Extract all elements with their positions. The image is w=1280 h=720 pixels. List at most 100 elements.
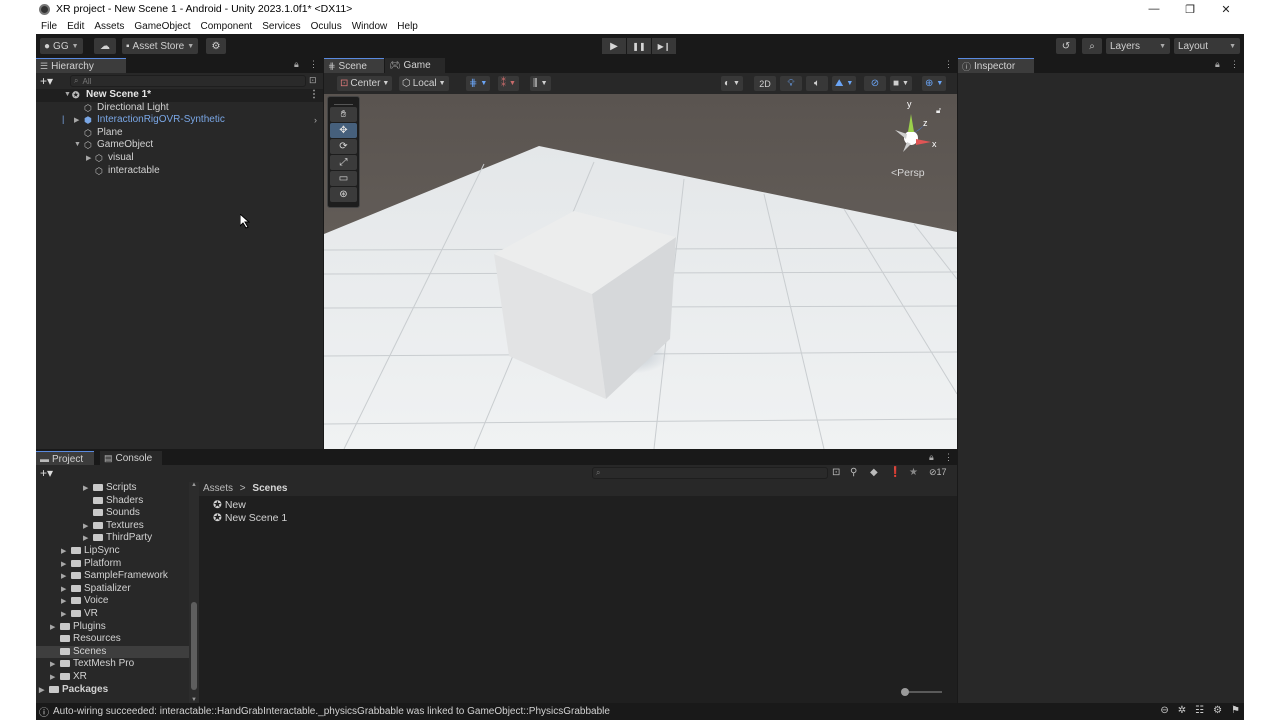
tab-scene[interactable]: ⋕ Scene	[324, 58, 384, 73]
tab-inspector[interactable]: ⓘ Inspector	[958, 58, 1034, 73]
search-by-label-icon[interactable]: ⚲	[850, 467, 857, 478]
hierarchy-item[interactable]: ⬡ Plane	[36, 127, 323, 140]
maximize-button[interactable]: ❐	[1172, 0, 1208, 18]
folder-item[interactable]: ▶ LipSync	[36, 545, 189, 558]
folder-item[interactable]: Resources	[36, 633, 189, 646]
status-message[interactable]: Auto-wiring succeeded: interactable::Han…	[53, 706, 610, 717]
notifications-icon[interactable]: ⚑	[1231, 705, 1240, 716]
scene-row[interactable]: ▼ ✪ New Scene 1* ⋮	[36, 89, 323, 102]
undo-history-button[interactable]: ↺	[1056, 38, 1076, 54]
folder-item[interactable]: ▶ Platform	[36, 558, 189, 571]
layers-dropdown[interactable]: Layers ▼	[1106, 38, 1170, 54]
open-prefab-chevron-icon[interactable]: ›	[314, 115, 317, 125]
cloud-button[interactable]: ☁	[94, 38, 116, 54]
gizmos-dropdown[interactable]: ⊕ ▼	[922, 76, 947, 91]
account-dropdown[interactable]: ● GG ▼	[40, 38, 83, 54]
scene-menu-icon[interactable]: ⋮	[309, 89, 319, 100]
increment-snap-dropdown[interactable]: ⁑ ▼	[498, 76, 519, 91]
audio-toggle[interactable]: 🔈︎	[806, 76, 828, 91]
log-filter-icon[interactable]: ❗	[889, 467, 901, 478]
hierarchy-item-prefab[interactable]: | ▶ ⬢ InteractionRigOVR-Synthetic ›	[36, 114, 323, 127]
menu-file[interactable]: File	[41, 21, 57, 32]
visibility-toggle[interactable]: ⊘	[864, 76, 886, 91]
gizmo-lock-icon[interactable]: 🔓︎	[936, 106, 941, 116]
folder-item[interactable]: ▶ XR	[36, 671, 189, 684]
breadcrumb-scenes[interactable]: Scenes	[252, 483, 287, 494]
scrollbar-thumb[interactable]	[191, 602, 197, 690]
orientation-gizmo[interactable]	[881, 100, 941, 160]
folder-item-packages[interactable]: ▶ Packages	[36, 684, 189, 697]
space-local-dropdown[interactable]: ⬡ Local ▼	[399, 76, 449, 91]
package-settings-button[interactable]: ⚙	[206, 38, 226, 54]
lock-icon[interactable]: 🔒︎	[294, 59, 299, 70]
hierarchy-item[interactable]: ▼ ⬡ GameObject	[36, 139, 323, 152]
menu-component[interactable]: Component	[201, 21, 253, 32]
search-by-type-icon[interactable]: ⊡	[832, 467, 840, 478]
menu-help[interactable]: Help	[397, 21, 418, 32]
rect-tool-button[interactable]: ▭	[330, 171, 357, 186]
draw-mode-dropdown[interactable]: ◐ ▼	[721, 76, 743, 91]
more-options-icon[interactable]: ⋮	[944, 452, 953, 463]
debug-icon[interactable]: ⚙	[1213, 705, 1222, 716]
folder-item[interactable]: Shaders	[36, 495, 189, 508]
folder-item[interactable]: ▶ ThirdParty	[36, 532, 189, 545]
menu-edit[interactable]: Edit	[67, 21, 84, 32]
lock-icon[interactable]: 🔒︎	[929, 452, 934, 463]
more-options-icon[interactable]: ⋮	[1230, 59, 1239, 70]
breadcrumb-assets[interactable]: Assets	[203, 483, 233, 494]
more-options-icon[interactable]: ⋮	[944, 59, 953, 70]
close-button[interactable]: ✕	[1208, 0, 1244, 18]
effects-dropdown[interactable]: ⛰ ▼	[832, 76, 857, 91]
tab-game[interactable]: 🎮︎ Game	[385, 58, 445, 73]
tag-icon[interactable]: ◆	[870, 467, 878, 478]
folder-item[interactable]: Sounds	[36, 507, 189, 520]
align-dropdown[interactable]: ⫼ ▼	[530, 76, 551, 91]
layout-dropdown[interactable]: Layout ▼	[1174, 38, 1240, 54]
project-search-input[interactable]: ⌕	[592, 467, 828, 479]
progress-icon[interactable]: ⊖	[1160, 705, 1168, 716]
scroll-up-icon[interactable]: ▲	[191, 482, 197, 488]
folder-item[interactable]: ▶ Voice	[36, 595, 189, 608]
hierarchy-item[interactable]: ⬡ interactable	[36, 165, 323, 178]
pivot-center-dropdown[interactable]: ⊡ Center ▼	[337, 76, 393, 91]
pause-button[interactable]: ❚❚	[627, 38, 651, 54]
menu-services[interactable]: Services	[262, 21, 300, 32]
lighting-toggle[interactable]: 💡︎	[780, 76, 802, 91]
asset-item[interactable]: ✪ New Scene 1	[213, 512, 287, 524]
transform-tool-button[interactable]: ⊛	[330, 187, 357, 202]
camera-dropdown[interactable]: ■ ▼	[890, 76, 912, 91]
add-object-button[interactable]: +▾	[40, 74, 53, 88]
folder-item[interactable]: ▶ TextMesh Pro	[36, 658, 189, 671]
projection-toggle[interactable]: <Persp	[891, 167, 925, 179]
favorite-star-icon[interactable]: ★	[909, 467, 918, 478]
hand-tool-button[interactable]: ✋︎	[330, 107, 357, 122]
hierarchy-item[interactable]: ⬡ Directional Light	[36, 102, 323, 115]
scale-tool-button[interactable]: ⤢	[330, 155, 357, 170]
folder-tree-scrollbar[interactable]: ▲ ▼	[189, 482, 199, 703]
grid-snap-dropdown[interactable]: ⋕ ▼	[466, 76, 491, 91]
overlay-drag-handle[interactable]	[334, 99, 353, 105]
toggle-2d-button[interactable]: 2D	[754, 76, 776, 91]
menu-oculus[interactable]: Oculus	[311, 21, 342, 32]
folder-item[interactable]: ▶ Textures	[36, 520, 189, 533]
menu-assets[interactable]: Assets	[94, 21, 124, 32]
menu-gameobject[interactable]: GameObject	[134, 21, 190, 32]
slider-knob[interactable]	[901, 688, 909, 696]
move-tool-button[interactable]: ✥	[330, 123, 357, 138]
menu-window[interactable]: Window	[352, 21, 388, 32]
folder-item[interactable]: ▶ Plugins	[36, 621, 189, 634]
search-button[interactable]: ⌕	[1082, 38, 1102, 54]
icon-size-slider[interactable]	[901, 688, 942, 696]
folder-item[interactable]: ▶ Spatializer	[36, 583, 189, 596]
scene-viewport[interactable]: ✋︎ ✥ ⟳ ⤢ ▭ ⊛ y x z 🔓︎ <Persp	[324, 94, 957, 449]
step-button[interactable]: ▶❙	[652, 38, 676, 54]
create-asset-button[interactable]: +▾	[40, 466, 53, 480]
folder-item-selected[interactable]: Scenes	[36, 645, 189, 659]
tab-hierarchy[interactable]: ☰ Hierarchy	[36, 58, 126, 73]
minimize-button[interactable]: —	[1136, 0, 1172, 18]
folder-item[interactable]: ▶ SampleFramework	[36, 570, 189, 583]
asset-item[interactable]: ✪ New	[213, 499, 246, 511]
folder-item[interactable]: ▶ Scripts	[36, 482, 189, 495]
folder-item[interactable]: ▶ VR	[36, 608, 189, 621]
cache-server-icon[interactable]: ☷	[1195, 705, 1204, 716]
